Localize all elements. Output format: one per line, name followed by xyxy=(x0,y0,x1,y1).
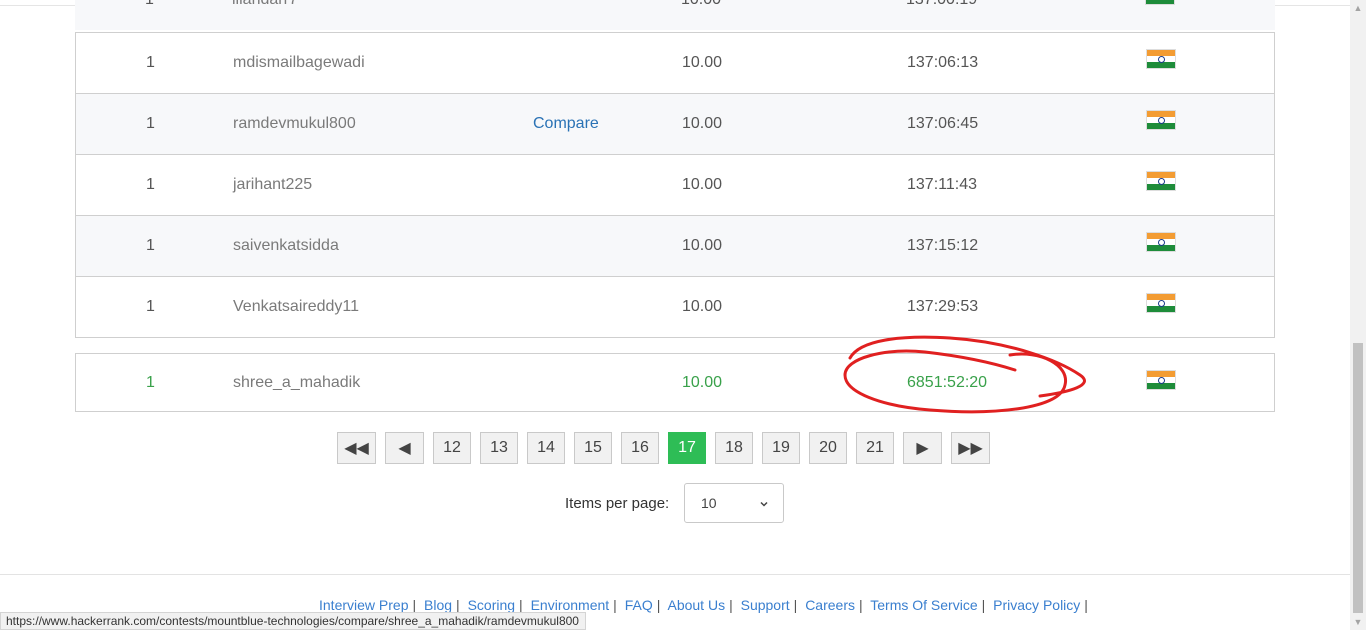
scroll-up-icon[interactable]: ▲ xyxy=(1350,0,1366,16)
separator: | xyxy=(656,597,661,613)
pagination: ◀◀ ◀ 12 13 14 15 16 17 18 19 20 21 ▶ ▶▶ xyxy=(337,432,990,464)
separator: | xyxy=(456,597,460,613)
footer-link-faq[interactable]: FAQ xyxy=(625,597,653,613)
last-page-button[interactable]: ▶▶ xyxy=(951,432,990,464)
footer-link-privacy[interactable]: Privacy Policy xyxy=(993,597,1080,613)
page-button[interactable]: 15 xyxy=(574,432,612,464)
double-right-icon: ▶▶ xyxy=(958,440,983,457)
page-button[interactable]: 13 xyxy=(480,432,518,464)
footer-link-terms[interactable]: Terms Of Service xyxy=(870,597,977,613)
score-cell: 10.00 xyxy=(681,0,721,9)
username-link[interactable]: saivenkatsidda xyxy=(233,237,339,255)
rank-cell: 1 xyxy=(146,115,155,132)
score-cell: 10.00 xyxy=(682,373,723,391)
username-link[interactable]: mdismailbagewadi xyxy=(233,54,365,72)
username-link[interactable]: Venkatsaireddy11 xyxy=(233,298,359,316)
rank-cell: 1 xyxy=(146,176,155,193)
chevron-down-icon xyxy=(759,496,769,512)
footer-link-support[interactable]: Support xyxy=(741,597,790,613)
time-cell: 137:15:12 xyxy=(907,237,979,254)
first-page-button[interactable]: ◀◀ xyxy=(337,432,376,464)
score-cell: 10.00 xyxy=(682,298,723,315)
table-row: 1 ramdevmukul800 Compare 10.00 137:06:45 xyxy=(76,93,1274,154)
double-left-icon: ◀◀ xyxy=(344,440,369,457)
username-link[interactable]: ramdevmukul800 xyxy=(233,115,356,133)
next-page-button[interactable]: ▶ xyxy=(903,432,942,464)
footer-divider xyxy=(0,574,1350,575)
rank-cell: 1 xyxy=(146,298,155,315)
separator: | xyxy=(793,597,798,613)
partial-table-row: 1 lilandarr7 10.00 137:00:19 xyxy=(75,0,1275,32)
separator: | xyxy=(981,597,986,613)
table-row: 1 jarihant225 10.00 137:11:43 xyxy=(76,154,1274,215)
right-icon: ▶ xyxy=(916,440,929,457)
current-page-button[interactable]: 17 xyxy=(668,432,706,464)
time-cell: 6851:52:20 xyxy=(907,373,988,391)
footer-link-about-us[interactable]: About Us xyxy=(667,597,725,613)
footer-link-scoring[interactable]: Scoring xyxy=(468,597,515,613)
rank-cell: 1 xyxy=(145,0,154,9)
footer-link-interview-prep[interactable]: Interview Prep xyxy=(319,597,408,613)
items-per-page-select[interactable]: 10 xyxy=(684,483,784,523)
username-link[interactable]: lilandarr7 xyxy=(232,0,298,9)
page-button[interactable]: 16 xyxy=(621,432,659,464)
time-cell: 137:06:45 xyxy=(907,115,979,132)
separator: | xyxy=(412,597,417,613)
page-button[interactable]: 21 xyxy=(856,432,894,464)
india-flag-icon xyxy=(1146,232,1176,252)
rank-cell: 1 xyxy=(146,54,155,71)
footer-link-environment[interactable]: Environment xyxy=(531,597,610,613)
scrollbar-thumb[interactable] xyxy=(1353,343,1363,613)
separator: | xyxy=(1084,597,1088,613)
india-flag-icon xyxy=(1146,171,1176,191)
username-link[interactable]: jarihant225 xyxy=(233,176,312,194)
india-flag-icon xyxy=(1145,0,1175,5)
page-button[interactable]: 12 xyxy=(433,432,471,464)
separator: | xyxy=(613,597,617,613)
india-flag-icon xyxy=(1146,293,1176,313)
footer-link-blog[interactable]: Blog xyxy=(424,597,452,613)
page-button[interactable]: 19 xyxy=(762,432,800,464)
india-flag-icon xyxy=(1146,49,1176,69)
prev-page-button[interactable]: ◀ xyxy=(385,432,424,464)
separator: | xyxy=(729,597,733,613)
footer-links: Interview Prep | Blog | Scoring | Environme… xyxy=(319,597,1092,613)
score-cell: 10.00 xyxy=(682,176,723,193)
india-flag-icon xyxy=(1146,370,1176,390)
score-cell: 10.00 xyxy=(682,115,723,132)
scroll-down-icon[interactable]: ▼ xyxy=(1350,614,1366,630)
score-cell: 10.00 xyxy=(682,237,723,254)
items-per-page-label: Items per page: xyxy=(565,495,670,512)
current-user-row: 1 shree_a_mahadik 10.00 6851:52:20 xyxy=(75,353,1275,412)
time-cell: 137:06:13 xyxy=(907,54,979,71)
table-row: 1 Venkatsaireddy11 10.00 137:29:53 xyxy=(76,276,1274,337)
username-link[interactable]: shree_a_mahadik xyxy=(233,374,360,392)
leaderboard-table: 1 mdismailbagewadi 10.00 137:06:13 1 ram… xyxy=(75,32,1275,338)
time-cell: 137:29:53 xyxy=(907,298,979,315)
time-cell: 137:11:43 xyxy=(907,176,977,193)
time-cell: 137:00:19 xyxy=(906,0,977,9)
browser-status-url: https://www.hackerrank.com/contests/moun… xyxy=(0,612,586,630)
page-button[interactable]: 14 xyxy=(527,432,565,464)
vertical-scrollbar[interactable]: ▲ ▼ xyxy=(1350,0,1366,630)
table-row: 1 saivenkatsidda 10.00 137:15:12 xyxy=(76,215,1274,276)
items-per-page-value: 10 xyxy=(701,495,717,511)
score-cell: 10.00 xyxy=(682,54,723,71)
separator: | xyxy=(519,597,523,613)
footer-link-careers[interactable]: Careers xyxy=(805,597,855,613)
left-icon: ◀ xyxy=(398,440,411,457)
rank-cell: 1 xyxy=(146,237,155,254)
table-row: 1 mdismailbagewadi 10.00 137:06:13 xyxy=(76,32,1274,93)
india-flag-icon xyxy=(1146,110,1176,130)
page-button[interactable]: 18 xyxy=(715,432,753,464)
compare-link[interactable]: Compare xyxy=(533,115,599,133)
separator: | xyxy=(858,597,863,613)
page-button[interactable]: 20 xyxy=(809,432,847,464)
rank-cell: 1 xyxy=(146,373,155,391)
